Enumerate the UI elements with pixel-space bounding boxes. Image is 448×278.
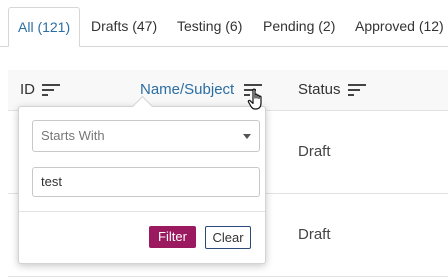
status-cell: Draft [298, 226, 331, 243]
filter-value-input[interactable]: test [32, 167, 260, 197]
column-filter-popup: Starts With test Filter Clear [18, 95, 266, 264]
filter-button[interactable]: Filter [149, 226, 196, 248]
sort-lines-icon[interactable] [348, 83, 366, 97]
tab-pending[interactable]: Pending (2) [263, 7, 335, 45]
table-header: ID Name/Subject Status [8, 70, 448, 111]
column-header-id[interactable]: ID [20, 70, 35, 110]
filter-value-text: test [41, 174, 62, 189]
hand-cursor-icon [247, 88, 262, 110]
column-header-name-subject[interactable]: Name/Subject [140, 70, 234, 110]
tab-all[interactable]: All (121) [8, 7, 81, 47]
tab-testing[interactable]: Testing (6) [177, 7, 242, 45]
match-mode-value: Starts With [41, 128, 105, 143]
tab-approved[interactable]: Approved (12) [355, 7, 444, 45]
status-tabs: All (121) Drafts (47) Testing (6) Pendin… [0, 0, 448, 47]
column-header-status[interactable]: Status [298, 70, 341, 110]
clear-button[interactable]: Clear [205, 226, 251, 249]
match-mode-select[interactable]: Starts With [32, 120, 260, 152]
sort-lines-icon[interactable] [42, 83, 60, 97]
status-cell: Draft [298, 143, 331, 160]
caret-down-icon [243, 134, 251, 139]
popup-divider [19, 211, 265, 212]
tab-drafts[interactable]: Drafts (47) [91, 7, 157, 45]
